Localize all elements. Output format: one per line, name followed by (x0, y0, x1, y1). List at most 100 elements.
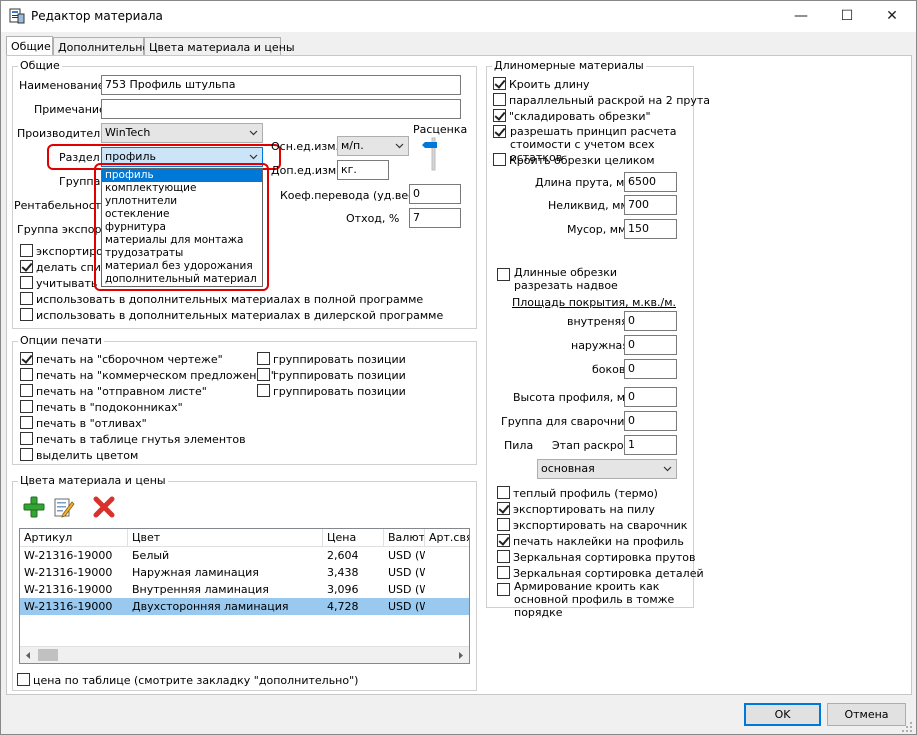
delete-icon[interactable] (93, 496, 115, 518)
checkbox-box (257, 368, 270, 381)
height-label: Высота профиля, мм. (513, 391, 637, 404)
checkbox-box (493, 153, 506, 166)
unit-main-select[interactable]: м/п. (337, 136, 409, 156)
column-header-price[interactable]: Цена (323, 529, 384, 547)
unit-extra-input[interactable]: кг. (337, 160, 389, 180)
colors-table[interactable]: Артикул Цвет Цена Валют Арт.свя W-21316-… (19, 528, 470, 664)
cut-length-checkbox[interactable]: Кроить длину (493, 77, 590, 91)
print-bending-checkbox[interactable]: печать в таблице гнутья элементов (20, 432, 246, 446)
inner-input[interactable]: 0 (624, 311, 677, 331)
highlight-color-label: выделить цветом (36, 449, 139, 462)
trash-input[interactable]: 150 (624, 219, 677, 239)
account-checkbox-label: учитывать (36, 277, 98, 290)
print-assembly-checkbox[interactable]: печать на "сборочном чертеже" (20, 352, 223, 366)
table-row[interactable]: W-21316-19000 Белый 2,604 USD (W (20, 547, 469, 564)
illiquid-label: Неликвид, мм. (548, 199, 633, 212)
column-header-article[interactable]: Артикул (20, 529, 128, 547)
unit-main-value: м/п. (341, 139, 364, 152)
dropdown-highlight (94, 163, 269, 291)
weld-group-input[interactable]: 0 (624, 411, 677, 431)
app-icon (9, 8, 25, 24)
unit-extra-label: Доп.ед.изм. (271, 164, 340, 177)
checkbox-box (257, 352, 270, 365)
edit-icon[interactable] (53, 496, 75, 518)
window-title: Редактор материала (31, 9, 163, 23)
minimize-button[interactable]: — (778, 1, 824, 32)
cell-article: W-21316-19000 (24, 583, 113, 596)
parallel-cut-checkbox[interactable]: параллельный раскрой на 2 прута (493, 93, 710, 107)
parallel-cut-label: параллельный раскрой на 2 прута (509, 94, 711, 107)
add-icon[interactable] (23, 496, 45, 518)
ok-button[interactable]: OK (744, 703, 821, 726)
table-row[interactable]: W-21316-19000 Наружная ламинация 3,438 U… (20, 564, 469, 581)
maximize-button[interactable]: ☐ (824, 1, 870, 32)
unit-main-label: Осн.ед.изм. (271, 140, 340, 153)
use-dealer-program-label: использовать в дополнительных материалах… (36, 309, 444, 322)
export-saw-checkbox[interactable]: экспортировать на пилу (497, 502, 655, 516)
waste-input[interactable]: 7 (409, 208, 461, 228)
scroll-left-icon[interactable] (24, 651, 32, 660)
outer-input[interactable]: 0 (624, 335, 677, 355)
cell-color: Двухсторонняя ламинация (132, 600, 289, 613)
cut-offcuts-whole-checkbox[interactable]: Кроить обрезки целиком (493, 153, 655, 167)
export-welder-label: экспортировать на сварочник (513, 519, 688, 532)
print-shipping-checkbox[interactable]: печать на "отправном листе" (20, 384, 207, 398)
table-row[interactable]: W-21316-19000 Внутренняя ламинация 3,096… (20, 581, 469, 598)
close-button[interactable]: ✕ (869, 1, 915, 32)
coef-input[interactable]: 0 (409, 184, 461, 204)
use-full-program-label: использовать в дополнительных материалах… (36, 293, 424, 306)
scroll-right-icon[interactable] (457, 651, 465, 660)
height-input[interactable]: 0 (624, 387, 677, 407)
export-welder-checkbox[interactable]: экспортировать на сварочник (497, 518, 687, 532)
tab-additional[interactable]: Дополнительно (53, 37, 149, 57)
stage-input[interactable]: 1 (624, 435, 677, 455)
long-cut-checkbox[interactable]: Длинные обрезки разрезать надвое (497, 266, 624, 294)
tab-colors-prices[interactable]: Цвета материала и цены (144, 37, 295, 57)
group-positions-checkbox-3[interactable]: группировать позиции (257, 384, 406, 398)
table-row-selected[interactable]: W-21316-19000 Двухсторонняя ламинация 4,… (20, 598, 469, 615)
illiquid-input[interactable]: 700 (624, 195, 677, 215)
checkbox-box (20, 260, 33, 273)
side-input[interactable]: 0 (624, 359, 677, 379)
cancel-button[interactable]: Отмена (827, 703, 906, 726)
note-input[interactable] (101, 99, 461, 119)
print-sticker-checkbox[interactable]: печать наклейки на профиль (497, 534, 684, 548)
store-offcuts-checkbox[interactable]: "складировать обрезки" (493, 109, 651, 123)
highlight-color-checkbox[interactable]: выделить цветом (20, 448, 138, 462)
use-dealer-program-checkbox[interactable]: использовать в дополнительных материалах… (20, 308, 443, 322)
column-header-color[interactable]: Цвет (128, 529, 323, 547)
reinforcement-checkbox[interactable]: Армирование кроить как основной профиль … (497, 580, 694, 619)
print-bending-label: печать в таблице гнутья элементов (36, 433, 246, 446)
allow-cost-calc-checkbox[interactable]: разрешать принцип расчета стоимости с уч… (493, 125, 692, 164)
print-options-title: Опции печати (18, 334, 104, 347)
group-positions-checkbox-1[interactable]: группировать позиции (257, 352, 406, 366)
name-input[interactable]: 753 Профиль штульпа (101, 75, 461, 95)
print-drips-checkbox[interactable]: печать в "отливах" (20, 416, 147, 430)
horizontal-scrollbar[interactable] (20, 646, 469, 663)
column-header-linked-article[interactable]: Арт.свя (425, 529, 469, 547)
mirror-bars-checkbox[interactable]: Зеркальная сортировка прутов (497, 550, 695, 564)
cell-article: W-21316-19000 (24, 566, 113, 579)
group-positions-checkbox-2[interactable]: группировать позиции (257, 368, 406, 382)
checkbox-box (20, 400, 33, 413)
scroll-thumb[interactable] (38, 649, 58, 661)
maker-select[interactable]: WinTech (101, 123, 263, 143)
use-full-program-checkbox[interactable]: использовать в дополнительных материалах… (20, 292, 423, 306)
cut-offcuts-whole-label: Кроить обрезки целиком (509, 154, 655, 167)
print-sills-checkbox[interactable]: печать в "подоконниках" (20, 400, 183, 414)
column-header-currency[interactable]: Валют (384, 529, 425, 547)
cell-article: W-21316-19000 (24, 549, 113, 562)
print-offer-checkbox[interactable]: печать на "коммерческом предложении" (20, 368, 276, 382)
price-table-checkbox[interactable]: цена по таблице (смотрите закладку "допо… (17, 673, 358, 687)
resize-grip-icon[interactable] (901, 721, 913, 733)
rate-slider[interactable] (421, 136, 445, 172)
bar-length-input[interactable]: 6500 (624, 172, 677, 192)
saw-select[interactable]: основная (537, 459, 677, 479)
checkbox-box (493, 109, 506, 122)
account-checkbox[interactable]: учитывать (20, 276, 97, 290)
cell-currency: USD (W (388, 549, 425, 562)
mirror-parts-checkbox[interactable]: Зеркальная сортировка деталей (497, 566, 704, 580)
checkbox-box (497, 268, 510, 281)
group-positions-label-3: группировать позиции (273, 385, 406, 398)
warm-profile-checkbox[interactable]: теплый профиль (термо) (497, 486, 658, 500)
